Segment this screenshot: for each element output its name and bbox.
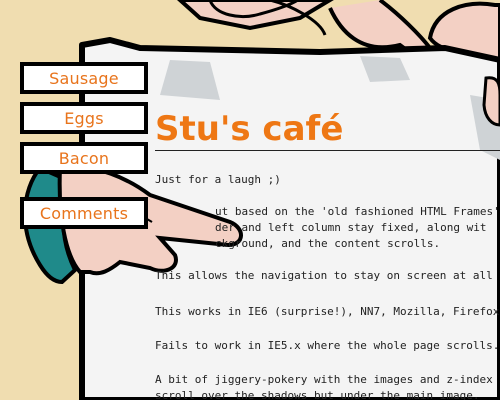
page-title: Stu's café <box>155 109 344 149</box>
paragraph-zindex: A bit of jiggery-pokery with the images … <box>155 372 500 400</box>
nav-link-bacon[interactable]: Bacon <box>20 142 148 174</box>
nav-link-sausage[interactable]: Sausage <box>20 62 148 94</box>
nav-label-sausage: Sausage <box>49 68 119 88</box>
title-divider <box>155 150 500 151</box>
paragraph-line: der and left column stay fixed, along wi… <box>215 221 487 234</box>
paragraph-compatibility: This works in IE6 (surprise!), NN7, Mozi… <box>155 304 500 320</box>
main-content: Stu's café Just for a laugh ;) ut based … <box>155 0 500 400</box>
nav-label-bacon: Bacon <box>58 148 110 168</box>
paragraph-navigation: This allows the navigation to stay on sc… <box>155 268 500 284</box>
paragraph-line: Fails to work in IE5.x where the whole p… <box>155 339 500 352</box>
paragraph-ie5: Fails to work in IE5.x where the whole p… <box>155 338 500 354</box>
nav-label-eggs: Eggs <box>64 108 104 128</box>
paragraph-line: Just for a laugh ;) <box>155 173 281 186</box>
paragraph-line: ckground, and the content scrolls. <box>215 237 441 250</box>
nav-link-eggs[interactable]: Eggs <box>20 102 148 134</box>
paragraph-intro: Just for a laugh ;) <box>155 172 500 188</box>
paragraph-line: This allows the navigation to stay on sc… <box>155 269 500 282</box>
paragraph-line: This works in IE6 (surprise!), NN7, Mozi… <box>155 305 500 318</box>
paragraph-line: scroll over the shadows but under the ma… <box>155 389 480 400</box>
paragraph-line: A bit of jiggery-pokery with the images … <box>155 373 493 386</box>
paragraph-line: ut based on the 'old fashioned HTML Fram… <box>215 205 500 218</box>
nav-link-comments[interactable]: Comments <box>20 197 148 229</box>
nav-label-comments: Comments <box>39 203 129 223</box>
paragraph-layout: ut based on the 'old fashioned HTML Fram… <box>215 204 500 252</box>
